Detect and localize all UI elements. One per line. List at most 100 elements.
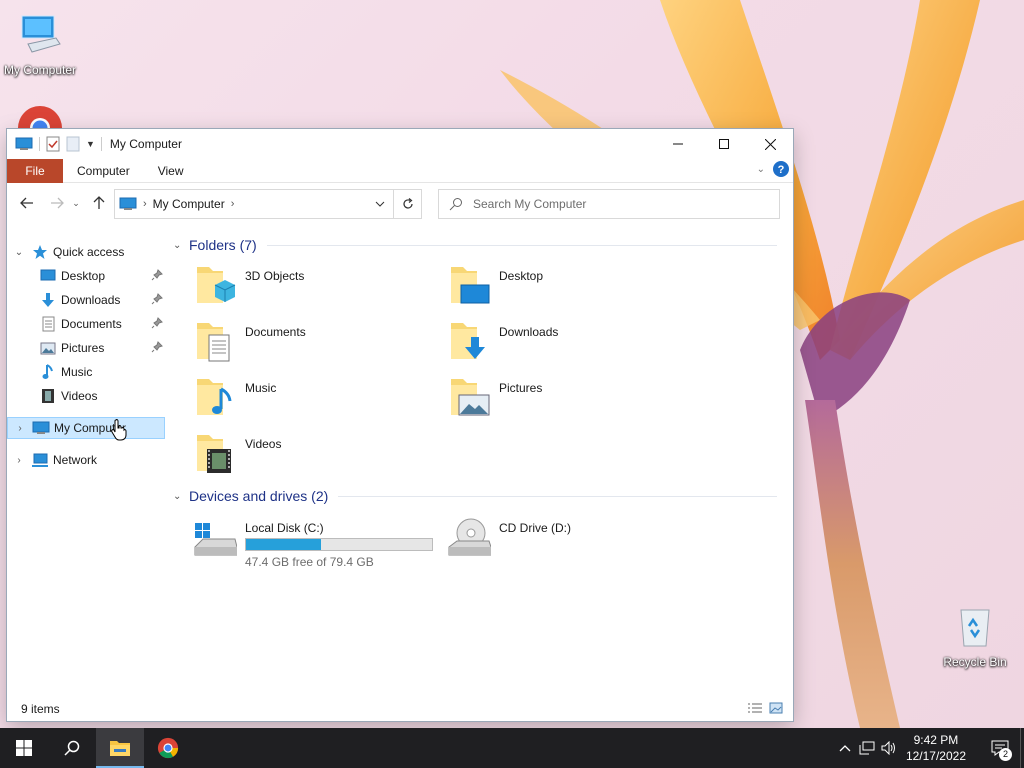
- network-wired-icon: [859, 741, 875, 755]
- drive-local-disk-c[interactable]: Local Disk (C:) 47.4 GB free of 79.4 GB: [179, 513, 439, 569]
- chevron-down-icon[interactable]: ⌄: [13, 247, 25, 258]
- expand-ribbon-icon[interactable]: ⌄: [757, 164, 765, 175]
- pin-icon[interactable]: [151, 341, 163, 353]
- show-desktop-button[interactable]: [1020, 728, 1024, 768]
- action-center-button[interactable]: 2: [980, 728, 1020, 768]
- address-dropdown-button[interactable]: [369, 190, 391, 218]
- customize-qat-icon[interactable]: ▼: [86, 139, 95, 149]
- folder-documents[interactable]: Documents: [173, 319, 423, 371]
- details-view-icon[interactable]: [747, 702, 763, 714]
- search-input[interactable]: [473, 197, 773, 211]
- nav-label: Documents: [61, 317, 122, 331]
- nav-item-downloads[interactable]: Downloads: [7, 289, 165, 311]
- new-folder-icon[interactable]: [66, 136, 80, 152]
- volume-button[interactable]: [878, 728, 900, 768]
- system-tray: 9:42 PM 12/17/2022 2: [834, 728, 1024, 768]
- arrow-up-icon: [93, 196, 105, 209]
- 3d-objects-folder-icon: [197, 267, 236, 303]
- download-arrow-icon: [42, 293, 54, 307]
- star-icon: [33, 245, 47, 259]
- close-button[interactable]: [747, 129, 793, 159]
- nav-item-music[interactable]: Music: [7, 361, 165, 383]
- folder-name: Desktop: [499, 269, 544, 283]
- chevron-right-icon[interactable]: ›: [13, 455, 25, 466]
- taskbar-file-explorer[interactable]: [96, 728, 144, 768]
- folder-videos[interactable]: Videos: [173, 431, 423, 483]
- nav-item-pictures[interactable]: Pictures: [7, 337, 165, 359]
- address-bar[interactable]: › My Computer ›: [114, 189, 422, 219]
- tab-file[interactable]: File: [7, 158, 63, 183]
- nav-item-desktop[interactable]: Desktop: [7, 265, 165, 287]
- chevron-right-icon[interactable]: ›: [14, 423, 26, 434]
- start-button[interactable]: [0, 728, 48, 768]
- network-icon: [32, 453, 48, 467]
- chevron-down-icon[interactable]: ⌄: [173, 240, 189, 251]
- folder-name: Pictures: [499, 381, 543, 395]
- properties-icon[interactable]: [46, 136, 60, 152]
- minimize-button[interactable]: [655, 129, 701, 159]
- clock[interactable]: 9:42 PM 12/17/2022: [906, 732, 966, 764]
- folder-3d-objects[interactable]: 3D Objects: [173, 263, 423, 315]
- nav-item-my-computer[interactable]: › My Computer: [7, 417, 165, 439]
- close-icon: [764, 138, 776, 150]
- tab-view[interactable]: View: [144, 159, 198, 183]
- drive-usage-bar: [245, 538, 433, 551]
- chevron-down-icon[interactable]: ⌄: [173, 491, 189, 502]
- chrome-icon: [157, 737, 179, 759]
- folders-group-header[interactable]: ⌄ Folders (7): [173, 237, 783, 253]
- recent-locations-button[interactable]: ⌄: [69, 191, 83, 215]
- nav-item-documents[interactable]: Documents: [7, 313, 165, 335]
- cd-drive-icon: [448, 518, 491, 556]
- refresh-icon: [402, 198, 413, 209]
- pin-icon[interactable]: [151, 269, 163, 281]
- search-box[interactable]: [438, 189, 780, 219]
- network-status-button[interactable]: [856, 728, 878, 768]
- folder-downloads[interactable]: Downloads: [427, 319, 677, 371]
- drives-group-header[interactable]: ⌄ Devices and drives (2): [173, 488, 783, 504]
- address-path[interactable]: My Computer: [153, 197, 225, 211]
- nav-item-network[interactable]: › Network: [7, 449, 165, 471]
- up-button[interactable]: [87, 191, 111, 215]
- hard-drive-icon: [194, 523, 237, 556]
- chevron-right-icon[interactable]: ›: [231, 198, 235, 210]
- folder-name: Music: [245, 381, 277, 395]
- title-bar[interactable]: ▼ My Computer: [7, 129, 793, 159]
- desktop-icon: [40, 269, 56, 281]
- desktop-icon-recycle-bin[interactable]: Recycle Bin: [935, 602, 1015, 669]
- drive-free-space: 47.4 GB free of 79.4 GB: [245, 555, 374, 569]
- refresh-button[interactable]: [393, 190, 421, 218]
- taskbar-chrome[interactable]: [144, 728, 192, 768]
- show-hidden-icons-button[interactable]: [834, 728, 856, 768]
- help-icon[interactable]: ?: [773, 161, 789, 177]
- tab-computer[interactable]: Computer: [63, 159, 144, 183]
- drive-name: CD Drive (D:): [499, 521, 571, 535]
- pin-icon[interactable]: [151, 293, 163, 305]
- drive-name: Local Disk (C:): [245, 521, 324, 535]
- nav-item-videos[interactable]: Videos: [7, 385, 165, 407]
- desktop-icon-my-computer[interactable]: My Computer: [0, 10, 80, 77]
- navigation-bar: ⌄ › My Computer ›: [7, 183, 793, 223]
- nav-label: Videos: [61, 389, 98, 403]
- forward-button[interactable]: [45, 191, 69, 215]
- folder-name: Documents: [245, 325, 306, 339]
- minimize-icon: [673, 143, 683, 145]
- window-title: My Computer: [109, 137, 182, 151]
- ribbon-tabs: File Computer View ⌄ ?: [7, 158, 793, 183]
- chevron-up-icon: [839, 745, 851, 752]
- nav-label: Network: [53, 453, 98, 467]
- folder-pictures[interactable]: Pictures: [427, 375, 677, 427]
- large-icons-view-icon[interactable]: [769, 702, 783, 714]
- film-icon: [42, 389, 54, 403]
- drive-cd-d[interactable]: CD Drive (D:): [433, 513, 693, 563]
- folder-desktop[interactable]: Desktop: [427, 263, 677, 315]
- back-button[interactable]: [15, 191, 39, 215]
- computer-icon: [15, 137, 33, 150]
- pin-icon[interactable]: [151, 317, 163, 329]
- folder-music[interactable]: Music: [173, 375, 423, 427]
- clock-time: 9:42 PM: [913, 733, 959, 747]
- computer-icon: [32, 421, 50, 434]
- search-button[interactable]: [48, 728, 96, 768]
- maximize-button[interactable]: [701, 129, 747, 159]
- nav-quick-access[interactable]: ⌄ Quick access: [7, 241, 165, 263]
- quick-access-toolbar: ▼: [7, 136, 102, 152]
